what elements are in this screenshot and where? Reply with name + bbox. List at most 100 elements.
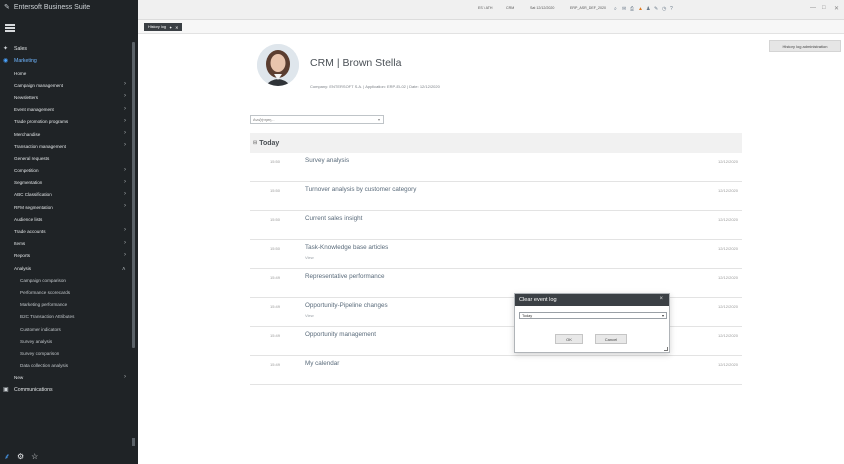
sidebar-item-trade-promotion[interactable]: Trade promotion programs › xyxy=(0,116,132,128)
sidebar-item-newsletters[interactable]: Newsletters › xyxy=(0,91,132,103)
chevron-right-icon: › xyxy=(124,93,126,100)
pin-icon[interactable]: ✦ xyxy=(169,25,172,30)
sidebar-item-general-requests[interactable]: General requests xyxy=(0,152,132,164)
page-title: CRM | Brown Stella xyxy=(310,57,402,69)
sidebar-item-audience-lists[interactable]: Audience lists xyxy=(0,213,132,225)
sidebar-item-home[interactable]: Home xyxy=(0,67,132,79)
app-logo-icon: ✎ xyxy=(4,4,10,11)
main-content: History log administration CRM | Brown S… xyxy=(138,34,844,464)
sidebar-item-competition[interactable]: Competition › xyxy=(0,165,132,177)
sidebar-subitem-b2c-transaction-attributes[interactable]: B2C Transaction Attributes xyxy=(0,311,132,323)
chevron-right-icon: › xyxy=(124,117,126,124)
clock-icon[interactable]: ◷ xyxy=(662,6,666,12)
chevron-down-icon: ▾ xyxy=(377,117,380,122)
sidebar-item-communications[interactable]: ▣ Communications xyxy=(0,384,132,396)
filter-select[interactable]: Αναζήτηση... ▾ xyxy=(250,115,384,124)
dialog-header[interactable]: Clear event log xyxy=(515,294,669,306)
topbar-date[interactable]: Sat 12/12/2020 xyxy=(530,6,554,10)
search-icon[interactable]: ⌕ xyxy=(614,6,617,12)
avatar xyxy=(257,44,299,86)
sidebar-subitem-customer-indicators[interactable]: Customer indicators xyxy=(0,323,132,335)
sidebar-item-items[interactable]: Items › xyxy=(0,238,132,250)
brand: ✎ Entersoft Business Suite xyxy=(0,0,138,14)
sidebar-item-transaction-management[interactable]: Transaction management › xyxy=(0,140,132,152)
chevron-right-icon: › xyxy=(124,239,126,246)
clear-event-log-dialog: Clear event log × Today ▾ OK Cancel xyxy=(514,293,670,353)
topbar-database[interactable]: ERP_ASR_DEF_2020 xyxy=(570,6,606,10)
sidebar: ✎ Entersoft Business Suite ✦ Sales ◉ Mar… xyxy=(0,0,138,464)
close-window-button[interactable]: ✕ xyxy=(834,5,839,12)
list-item[interactable]: 15:50 Current sales insight 12/12/2020 xyxy=(250,211,742,240)
alert-icon[interactable]: ▲ xyxy=(638,6,643,12)
chevron-right-icon: › xyxy=(124,373,126,380)
sidebar-item-abc-classification[interactable]: ABC Classification › xyxy=(0,189,132,201)
group-header-today[interactable]: ⊟ Today xyxy=(250,133,742,153)
gear-icon[interactable]: ⚙ xyxy=(17,452,24,461)
sidebar-item-new[interactable]: New › xyxy=(0,372,132,384)
resize-handle[interactable] xyxy=(664,347,668,351)
top-toolbar: ES \ ATH CRM Sat 12/12/2020 ERP_ASR_DEF_… xyxy=(138,0,844,20)
sitemap-icon[interactable]: ⸙ xyxy=(4,451,10,462)
marketing-icon: ◉ xyxy=(3,58,9,64)
ok-button[interactable]: OK xyxy=(555,334,583,344)
sidebar-scrollbar[interactable] xyxy=(132,42,135,348)
cancel-button[interactable]: Cancel xyxy=(595,334,627,344)
sidebar-item-merchandise[interactable]: Merchandise › xyxy=(0,128,132,140)
sidebar-subitem-survey-analysis[interactable]: Survey analysis xyxy=(0,335,132,347)
sidebar-subitem-performance-scorecards[interactable]: Performance scorecards xyxy=(0,286,132,298)
sidebar-item-campaign-management[interactable]: Campaign management › xyxy=(0,79,132,91)
sidebar-subitem-data-collection-analysis[interactable]: Data collection analysis xyxy=(0,360,132,372)
profile-meta: Company: ENTERSOFT S.A. | Application: E… xyxy=(310,84,440,89)
list-item[interactable]: 15:50 Task-Knowledge base articles View … xyxy=(250,240,742,269)
sidebar-item-rfm-segmentation[interactable]: RFM segmentation › xyxy=(0,201,132,213)
sidebar-item-sales[interactable]: ✦ Sales xyxy=(0,43,132,55)
star-icon[interactable]: ☆ xyxy=(31,452,38,461)
sidebar-subitem-survey-comparison[interactable]: Survey comparison xyxy=(0,347,132,359)
view-link[interactable]: View xyxy=(305,255,314,260)
handshake-icon: ✦ xyxy=(3,46,9,52)
list-item[interactable]: 15:50 Turnover analysis by customer cate… xyxy=(250,182,742,211)
view-link[interactable]: View xyxy=(305,313,314,318)
chevron-right-icon: › xyxy=(124,129,126,136)
list-item[interactable]: 15:50 Survey analysis 12/12/2020 xyxy=(250,153,742,182)
chevron-right-icon: › xyxy=(124,178,126,185)
close-icon[interactable]: ✕ xyxy=(175,25,178,30)
chevron-right-icon: › xyxy=(124,227,126,234)
close-icon[interactable]: × xyxy=(659,296,663,302)
mail-icon[interactable]: ✉ xyxy=(622,6,626,12)
minimize-button[interactable]: — xyxy=(810,5,816,11)
maximize-button[interactable]: □ xyxy=(822,5,826,11)
sidebar-item-trade-accounts[interactable]: Trade accounts › xyxy=(0,225,132,237)
history-log-administration-button[interactable]: History log administration xyxy=(769,40,841,52)
chevron-right-icon: › xyxy=(124,203,126,210)
avatar-image xyxy=(257,44,299,86)
chevron-down-icon: ▾ xyxy=(661,313,664,318)
topbar-site[interactable]: ES \ ATH xyxy=(478,6,493,10)
chevron-right-icon: › xyxy=(124,105,126,112)
collapse-icon[interactable]: ⊟ xyxy=(253,140,257,146)
tab-bar: History log ✦ ✕ xyxy=(138,20,844,34)
print-icon[interactable]: ⎙ xyxy=(630,6,634,12)
chevron-right-icon: › xyxy=(124,142,126,149)
sidebar-subitem-campaign-comparison[interactable]: Campaign comparison xyxy=(0,274,132,286)
period-select[interactable]: Today ▾ xyxy=(519,312,667,319)
list-item[interactable]: 15:49 My calendar 12/12/2020 xyxy=(250,356,742,385)
help-icon[interactable]: ? xyxy=(670,6,673,12)
sidebar-item-marketing[interactable]: ◉ Marketing xyxy=(0,55,132,67)
user-icon[interactable]: ♟ xyxy=(646,6,650,12)
sidebar-subitem-marketing-performance[interactable]: Marketing performance xyxy=(0,299,132,311)
chevron-right-icon: › xyxy=(124,81,126,88)
chevron-up-icon: ˅ xyxy=(122,264,126,270)
chevron-right-icon: › xyxy=(124,190,126,197)
sidebar-item-analysis[interactable]: Analysis ˅ xyxy=(0,262,132,274)
hamburger-menu-icon[interactable] xyxy=(5,24,15,32)
sidebar-item-reports[interactable]: Reports › xyxy=(0,250,132,262)
edit-icon[interactable]: ✎ xyxy=(654,6,658,12)
sidebar-item-segmentation[interactable]: Segmentation › xyxy=(0,177,132,189)
tab-history-log[interactable]: History log ✦ ✕ xyxy=(144,23,183,31)
sidebar-bottom-bar: ⸙ ⚙ ☆ xyxy=(0,448,138,464)
sidebar-scrollbar-lower[interactable] xyxy=(132,438,135,446)
app-title: Entersoft Business Suite xyxy=(13,3,91,11)
topbar-module[interactable]: CRM xyxy=(506,6,514,10)
sidebar-item-event-management[interactable]: Event management › xyxy=(0,104,132,116)
